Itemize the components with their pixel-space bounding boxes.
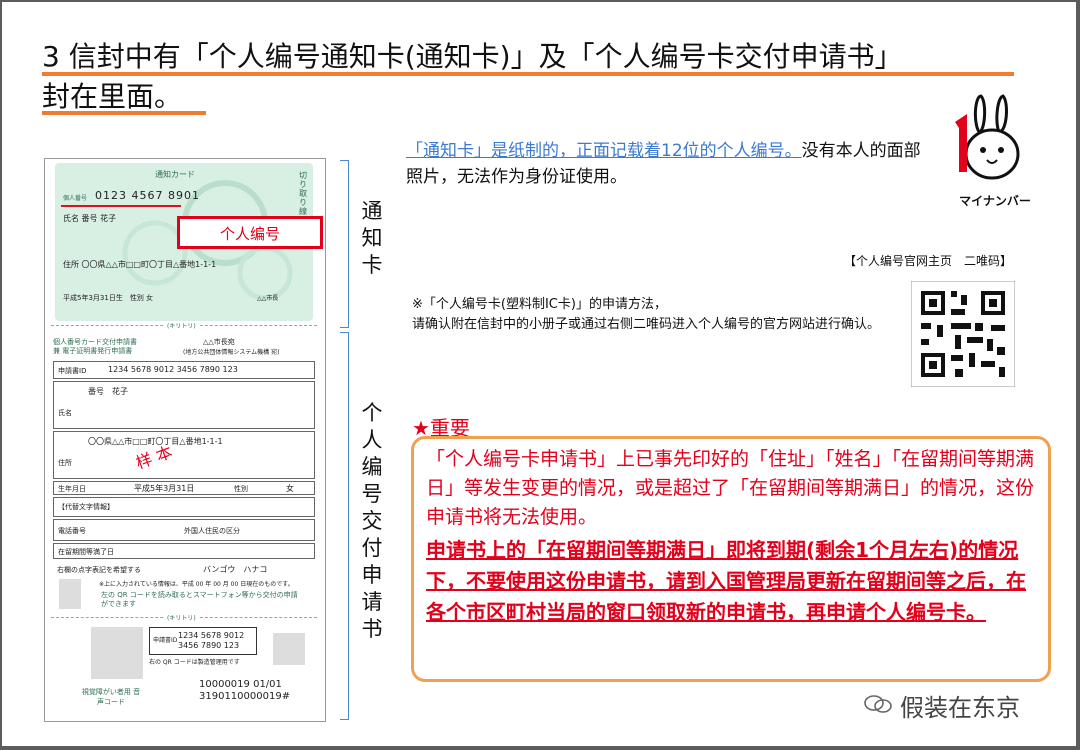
form-kana-value: バンゴウ ハナコ xyxy=(203,565,268,574)
form-address-label: 住所 xyxy=(58,459,72,467)
wechat-icon xyxy=(864,695,892,713)
form-row-address: 住所 〇〇県△△市□□町〇丁目△番地1-1-1 xyxy=(53,431,315,479)
title-line-1: 3 信封中有「个人编号通知卡(通知卡)」及「个人编号卡交付申请书」 xyxy=(42,40,903,73)
card-description-highlight: 「通知卡」是纸制的，正面记载着12位的个人编号。 xyxy=(406,141,802,161)
id-box-line-1: 1234 5678 9012 xyxy=(178,631,245,640)
important-paragraph-2: 申请书上的「在留期间等期满日」即将到期(剩余1个月左右)的情况下，不要使用这份申… xyxy=(426,538,1026,624)
form-dob-value: 平成5年3月31日 xyxy=(134,484,195,493)
form-proxy-label: 【代替文字情報】 xyxy=(58,503,114,511)
qr-note: 左の QR コードを読み取るとスマートフォン等から交付の申請ができます xyxy=(101,591,298,608)
card-address: 住所 〇〇県△△市□□町〇丁目△番地1-1-1 xyxy=(63,260,217,269)
form-row-stay: 在留期間等満了日 xyxy=(53,543,315,559)
form-heading-2: 兼 電子証明書発行申請書 xyxy=(53,347,133,355)
site-qr-label: 【个人编号官网主页 二唯码】 xyxy=(844,254,1013,268)
qr-placeholder-small xyxy=(59,579,81,609)
qr-placeholder-left xyxy=(91,627,143,679)
form-row-phone: 電話番号 外国人住民の区分 xyxy=(53,519,315,541)
card-number: 0123 4567 8901 xyxy=(95,189,200,202)
cut-label-2: (キリトリ) xyxy=(165,613,198,622)
form-row-braille: 右欄の点字表記を希望する バンゴウ ハナコ xyxy=(53,561,315,579)
form-phone-label: 電話番号 xyxy=(58,527,86,535)
bracket-card xyxy=(340,160,349,328)
label-application-form: 个人编号交付申请书 xyxy=(361,401,383,641)
number-highlight-box: 个人编号 xyxy=(177,216,323,249)
card-side-text: 切り取り線 xyxy=(299,171,307,216)
slide: 3 信封中有「个人编号通知卡(通知卡)」及「个人编号卡交付申请书」 封在里面。 … xyxy=(2,2,1076,746)
number-highlight-label: 个人编号 xyxy=(219,225,280,243)
form-row-dob: 生年月日 平成5年3月31日 性別 女 xyxy=(53,481,315,495)
card-number-underline xyxy=(61,205,181,207)
cut-label: (キリトリ) xyxy=(165,321,198,330)
form-row-id: 申請書ID 1234 5678 9012 3456 7890 123 xyxy=(53,361,315,379)
card-header: 通知カード xyxy=(155,170,195,179)
qr-code xyxy=(911,281,1015,387)
watermark: 假装在东京 xyxy=(900,694,1020,722)
voice-code-label: 視覚障がい者用 音声コード xyxy=(81,688,141,706)
card-number-label: 個人番号 xyxy=(63,195,88,202)
title-underline-1 xyxy=(42,72,1014,76)
qr-placeholder-right xyxy=(273,633,305,665)
card-description: 「通知卡」是纸制的，正面记载着12位的个人编号。没有本人的面部照片，无法作为身份… xyxy=(406,138,926,190)
form-name-value: 番号 花子 xyxy=(88,387,128,396)
qr-caption: 右の QR コードは製造管理用です xyxy=(149,659,240,666)
form-braille-label: 右欄の点字表記を希望する xyxy=(57,566,141,574)
form-footnote: ※上に入力されている情報は、平成 00 年 00 月 00 日現在のものです。 xyxy=(99,581,294,588)
card-name: 氏名 番号 花子 xyxy=(63,214,117,223)
application-note-line-1: ※「个人编号卡(塑料制IC卡)」的申请方法， xyxy=(412,297,667,312)
form-name-label: 氏名 xyxy=(58,409,72,417)
important-box: 「个人编号卡申请书」上已事先印好的「住址」「姓名」「在留期间等期满日」等发生变更… xyxy=(411,436,1051,682)
id-box-label: 申請書ID xyxy=(153,637,178,644)
form-id-label: 申請書ID xyxy=(58,367,87,375)
bracket-form xyxy=(340,332,349,720)
application-note: ※「个人编号卡(塑料制IC卡)」的申请方法， 请确认附在信封中的小册子或通过右侧… xyxy=(412,295,902,335)
mascot-label: マイナンバー xyxy=(959,194,1031,208)
application-note-line-2: 请确认附在信封中的小册子或通过右侧二唯码进入个人编号的官方网站进行确认。 xyxy=(412,317,881,332)
id-box-line-2: 3456 7890 123 xyxy=(178,641,240,650)
card-issuer: △△市長 xyxy=(257,295,279,302)
form-issuer: △△市長宛 xyxy=(203,338,235,346)
form-stay-label: 在留期間等満了日 xyxy=(58,548,114,556)
form-issuer-sub: (地方公共団体情報システム機構 宛) xyxy=(183,349,280,356)
form-id-value: 1234 5678 9012 3456 7890 123 xyxy=(108,365,238,374)
form-dob-label: 生年月日 xyxy=(58,485,86,493)
form-sex-value: 女 xyxy=(286,484,294,493)
form-row-proxy: 【代替文字情報】 xyxy=(53,497,315,517)
form-foreign-label: 外国人住民の区分 xyxy=(184,527,240,535)
important-paragraph-1: 「个人编号卡申请书」上已事先印好的「住址」「姓名」「在留期间等期满日」等发生变更… xyxy=(426,448,1035,528)
title-underline-2 xyxy=(42,111,206,115)
card-dob: 平成5年3月31日生 性別 女 xyxy=(63,294,154,302)
mascot-icon xyxy=(955,94,1020,180)
label-notification-card: 通知卡 xyxy=(361,199,383,277)
serial-line-2: 3190110000019# xyxy=(199,691,291,702)
form-row-name: 氏名 番号 花子 xyxy=(53,381,315,429)
id-box: 申請書ID 1234 5678 9012 3456 7890 123 xyxy=(149,627,257,655)
form-sex-label: 性別 xyxy=(234,485,248,493)
serial-line-1: 10000019 01/01 xyxy=(199,679,282,690)
